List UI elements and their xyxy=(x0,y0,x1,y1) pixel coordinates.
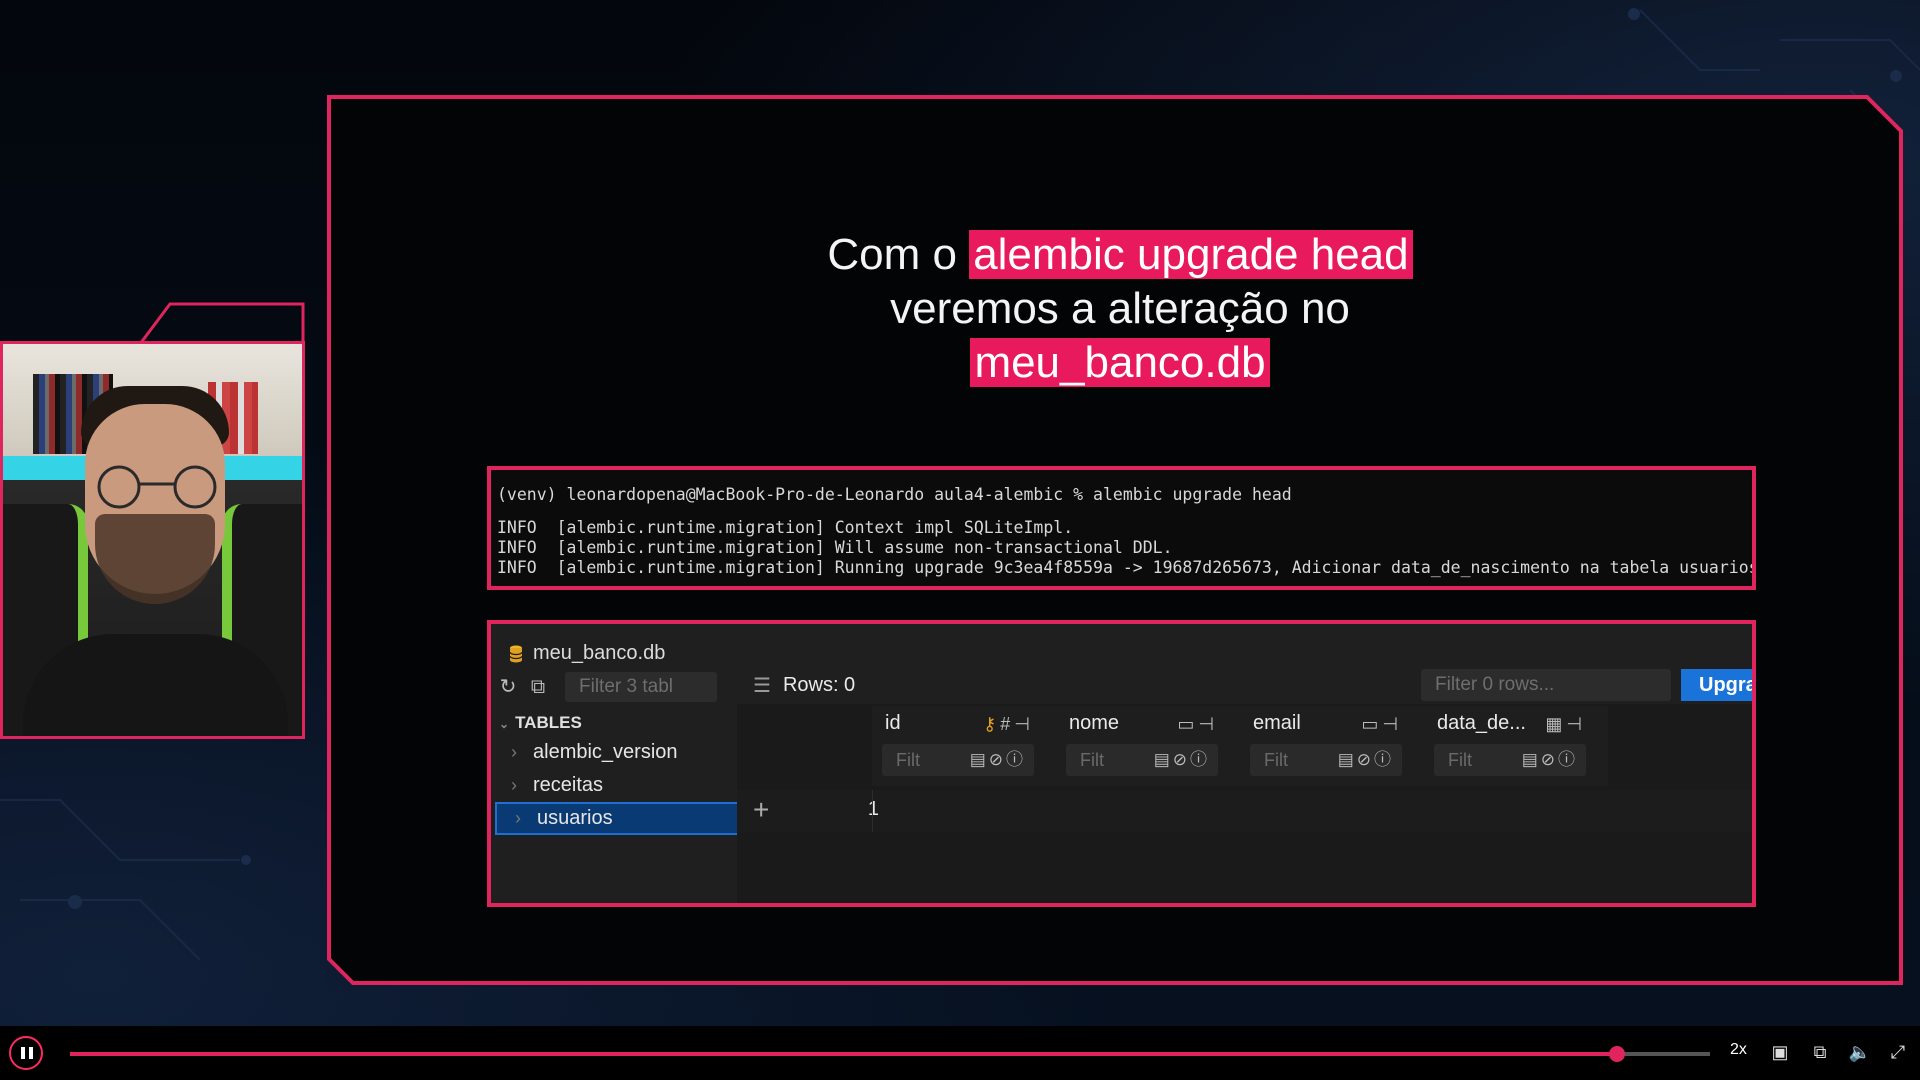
chevron-right-icon: › xyxy=(511,775,517,795)
key-icon: ⚷ xyxy=(983,714,1001,734)
volume-icon[interactable]: 🔈 xyxy=(1848,1040,1872,1064)
progress-fill xyxy=(70,1052,1617,1056)
filter-tables-input[interactable]: Filter 3 tabl xyxy=(565,672,717,702)
column-filter-input[interactable]: Filt ▤⊘ⓘ xyxy=(882,744,1034,776)
column-headers: id ⚷#⊣ Filt ▤⊘ⓘ nome ▭⊣ Filt ▤⊘ⓘ email ▭⊣ … xyxy=(872,706,1608,786)
tables-header[interactable]: ⌄ TABLES xyxy=(491,710,737,736)
column-name: data_de... xyxy=(1437,712,1526,734)
terminal-output: (venv) leonardopena@MacBook-Pro-de-Leona… xyxy=(487,466,1756,590)
headline-line2: veremos a alteração no xyxy=(890,284,1350,333)
progress-thumb[interactable] xyxy=(1608,1046,1625,1062)
filter-placeholder: Filt xyxy=(1264,750,1288,770)
filter-placeholder: Filt xyxy=(896,750,920,770)
key-hash-pin-icons: ⚷#⊣ xyxy=(983,714,1034,734)
rows-count: ☰ Rows: 0 xyxy=(753,673,855,698)
chevron-right-icon: › xyxy=(515,808,521,828)
column-name: email xyxy=(1253,712,1301,734)
headline-command-highlight: alembic upgrade head xyxy=(969,230,1413,279)
text-pin-icons: ▭⊣ xyxy=(1361,714,1402,734)
column-filter-input[interactable]: Filt ▤⊘ⓘ xyxy=(1066,744,1218,776)
picture-in-picture-icon[interactable]: ⧉ xyxy=(1808,1040,1832,1064)
filter-mode-icons[interactable]: ▤⊘ⓘ xyxy=(970,744,1026,776)
column-filter-input[interactable]: Filt ▤⊘ⓘ xyxy=(1434,744,1586,776)
table-item-usuarios[interactable]: › usuarios xyxy=(495,802,753,835)
rows-toolbar: ☰ Rows: 0 Filter 0 rows... Upgrade xyxy=(737,664,1752,704)
headline-prefix: Com o xyxy=(827,230,970,279)
table-item-alembic-version[interactable]: › alembic_version xyxy=(491,736,737,769)
add-row-icon[interactable]: + xyxy=(753,794,769,826)
pause-icon[interactable] xyxy=(9,1036,43,1070)
upgrade-button[interactable]: Upgrade xyxy=(1681,669,1752,701)
filter-rows-input[interactable]: Filter 0 rows... xyxy=(1421,669,1671,701)
chevron-right-icon: › xyxy=(511,742,517,762)
copy-icon[interactable]: ⧉ xyxy=(527,676,549,698)
slide-headline: Com o alembic upgrade head veremos a alt… xyxy=(560,228,1680,390)
presenter-video xyxy=(0,341,305,739)
captions-icon[interactable]: ▣ xyxy=(1768,1040,1792,1064)
table-data-area: ☰ Rows: 0 Filter 0 rows... Upgrade id ⚷#… xyxy=(737,664,1752,903)
webcam-tab-border xyxy=(138,302,305,345)
rows-count-label: Rows: 0 xyxy=(782,674,856,696)
filter-placeholder: Filt xyxy=(1080,750,1104,770)
filter-mode-icons[interactable]: ▤⊘ⓘ xyxy=(1154,744,1210,776)
column-data-de-nascimento[interactable]: data_de... ▦⊣ Filt ▤⊘ⓘ xyxy=(1424,706,1608,786)
table-row: + 1 xyxy=(737,790,1752,832)
column-email[interactable]: email ▭⊣ Filt ▤⊘ⓘ xyxy=(1240,706,1424,786)
column-nome[interactable]: nome ▭⊣ Filt ▤⊘ⓘ xyxy=(1056,706,1240,786)
text-pin-icons: ▭⊣ xyxy=(1177,714,1218,734)
terminal-line: INFO [alembic.runtime.migration] Running… xyxy=(497,558,1756,577)
table-item-receitas[interactable]: › receitas xyxy=(491,769,737,802)
table-item-label: receitas xyxy=(533,774,604,796)
table-item-label: usuarios xyxy=(537,807,613,829)
tables-sidebar: ⌄ TABLES › alembic_version › receitas › usua… xyxy=(491,710,753,835)
table-item-label: alembic_version xyxy=(533,741,678,763)
column-id[interactable]: id ⚷#⊣ Filt ▤⊘ⓘ xyxy=(872,706,1056,786)
progress-bar[interactable] xyxy=(70,1046,1710,1062)
terminal-prompt-line: (venv) leonardopena@MacBook-Pro-de-Leona… xyxy=(497,485,1292,504)
fullscreen-icon[interactable]: ⤢ xyxy=(1886,1040,1910,1064)
tables-toolbar: ↻ ⧉ Filter 3 tabl xyxy=(497,672,717,702)
db-file-name: meu_banco.db xyxy=(533,642,666,664)
webcam-overlay xyxy=(0,302,305,740)
database-viewer: meu_banco.db ↻ ⧉ Filter 3 tabl ⌄ TABLES ›… xyxy=(487,620,1756,907)
tables-header-label: TABLES xyxy=(515,713,582,732)
column-filter-input[interactable]: Filt ▤⊘ⓘ xyxy=(1250,744,1402,776)
playback-speed-button[interactable]: 2x xyxy=(1730,1041,1747,1059)
terminal-line: INFO [alembic.runtime.migration] Will as… xyxy=(497,538,1173,557)
database-icon xyxy=(509,645,523,662)
rows-list-icon: ☰ xyxy=(753,675,771,697)
calendar-pin-icons: ▦⊣ xyxy=(1545,714,1586,734)
filter-mode-icons[interactable]: ▤⊘ⓘ xyxy=(1522,744,1578,776)
player-controls: 2x ▣ ⧉ 🔈 ⤢ xyxy=(0,1026,1920,1080)
video-frame: Com o alembic upgrade head veremos a alt… xyxy=(0,0,1920,1026)
column-name: id xyxy=(885,712,901,734)
headline-db-highlight: meu_banco.db xyxy=(970,338,1270,387)
row-number: 1 xyxy=(867,798,879,820)
row-divider xyxy=(872,790,873,832)
chevron-down-icon: ⌄ xyxy=(499,717,510,731)
refresh-icon[interactable]: ↻ xyxy=(497,676,519,698)
filter-mode-icons[interactable]: ▤⊘ⓘ xyxy=(1338,744,1394,776)
terminal-line: INFO [alembic.runtime.migration] Context… xyxy=(497,518,1074,537)
db-file-title: meu_banco.db xyxy=(509,642,665,665)
filter-placeholder: Filt xyxy=(1448,750,1472,770)
column-name: nome xyxy=(1069,712,1120,734)
